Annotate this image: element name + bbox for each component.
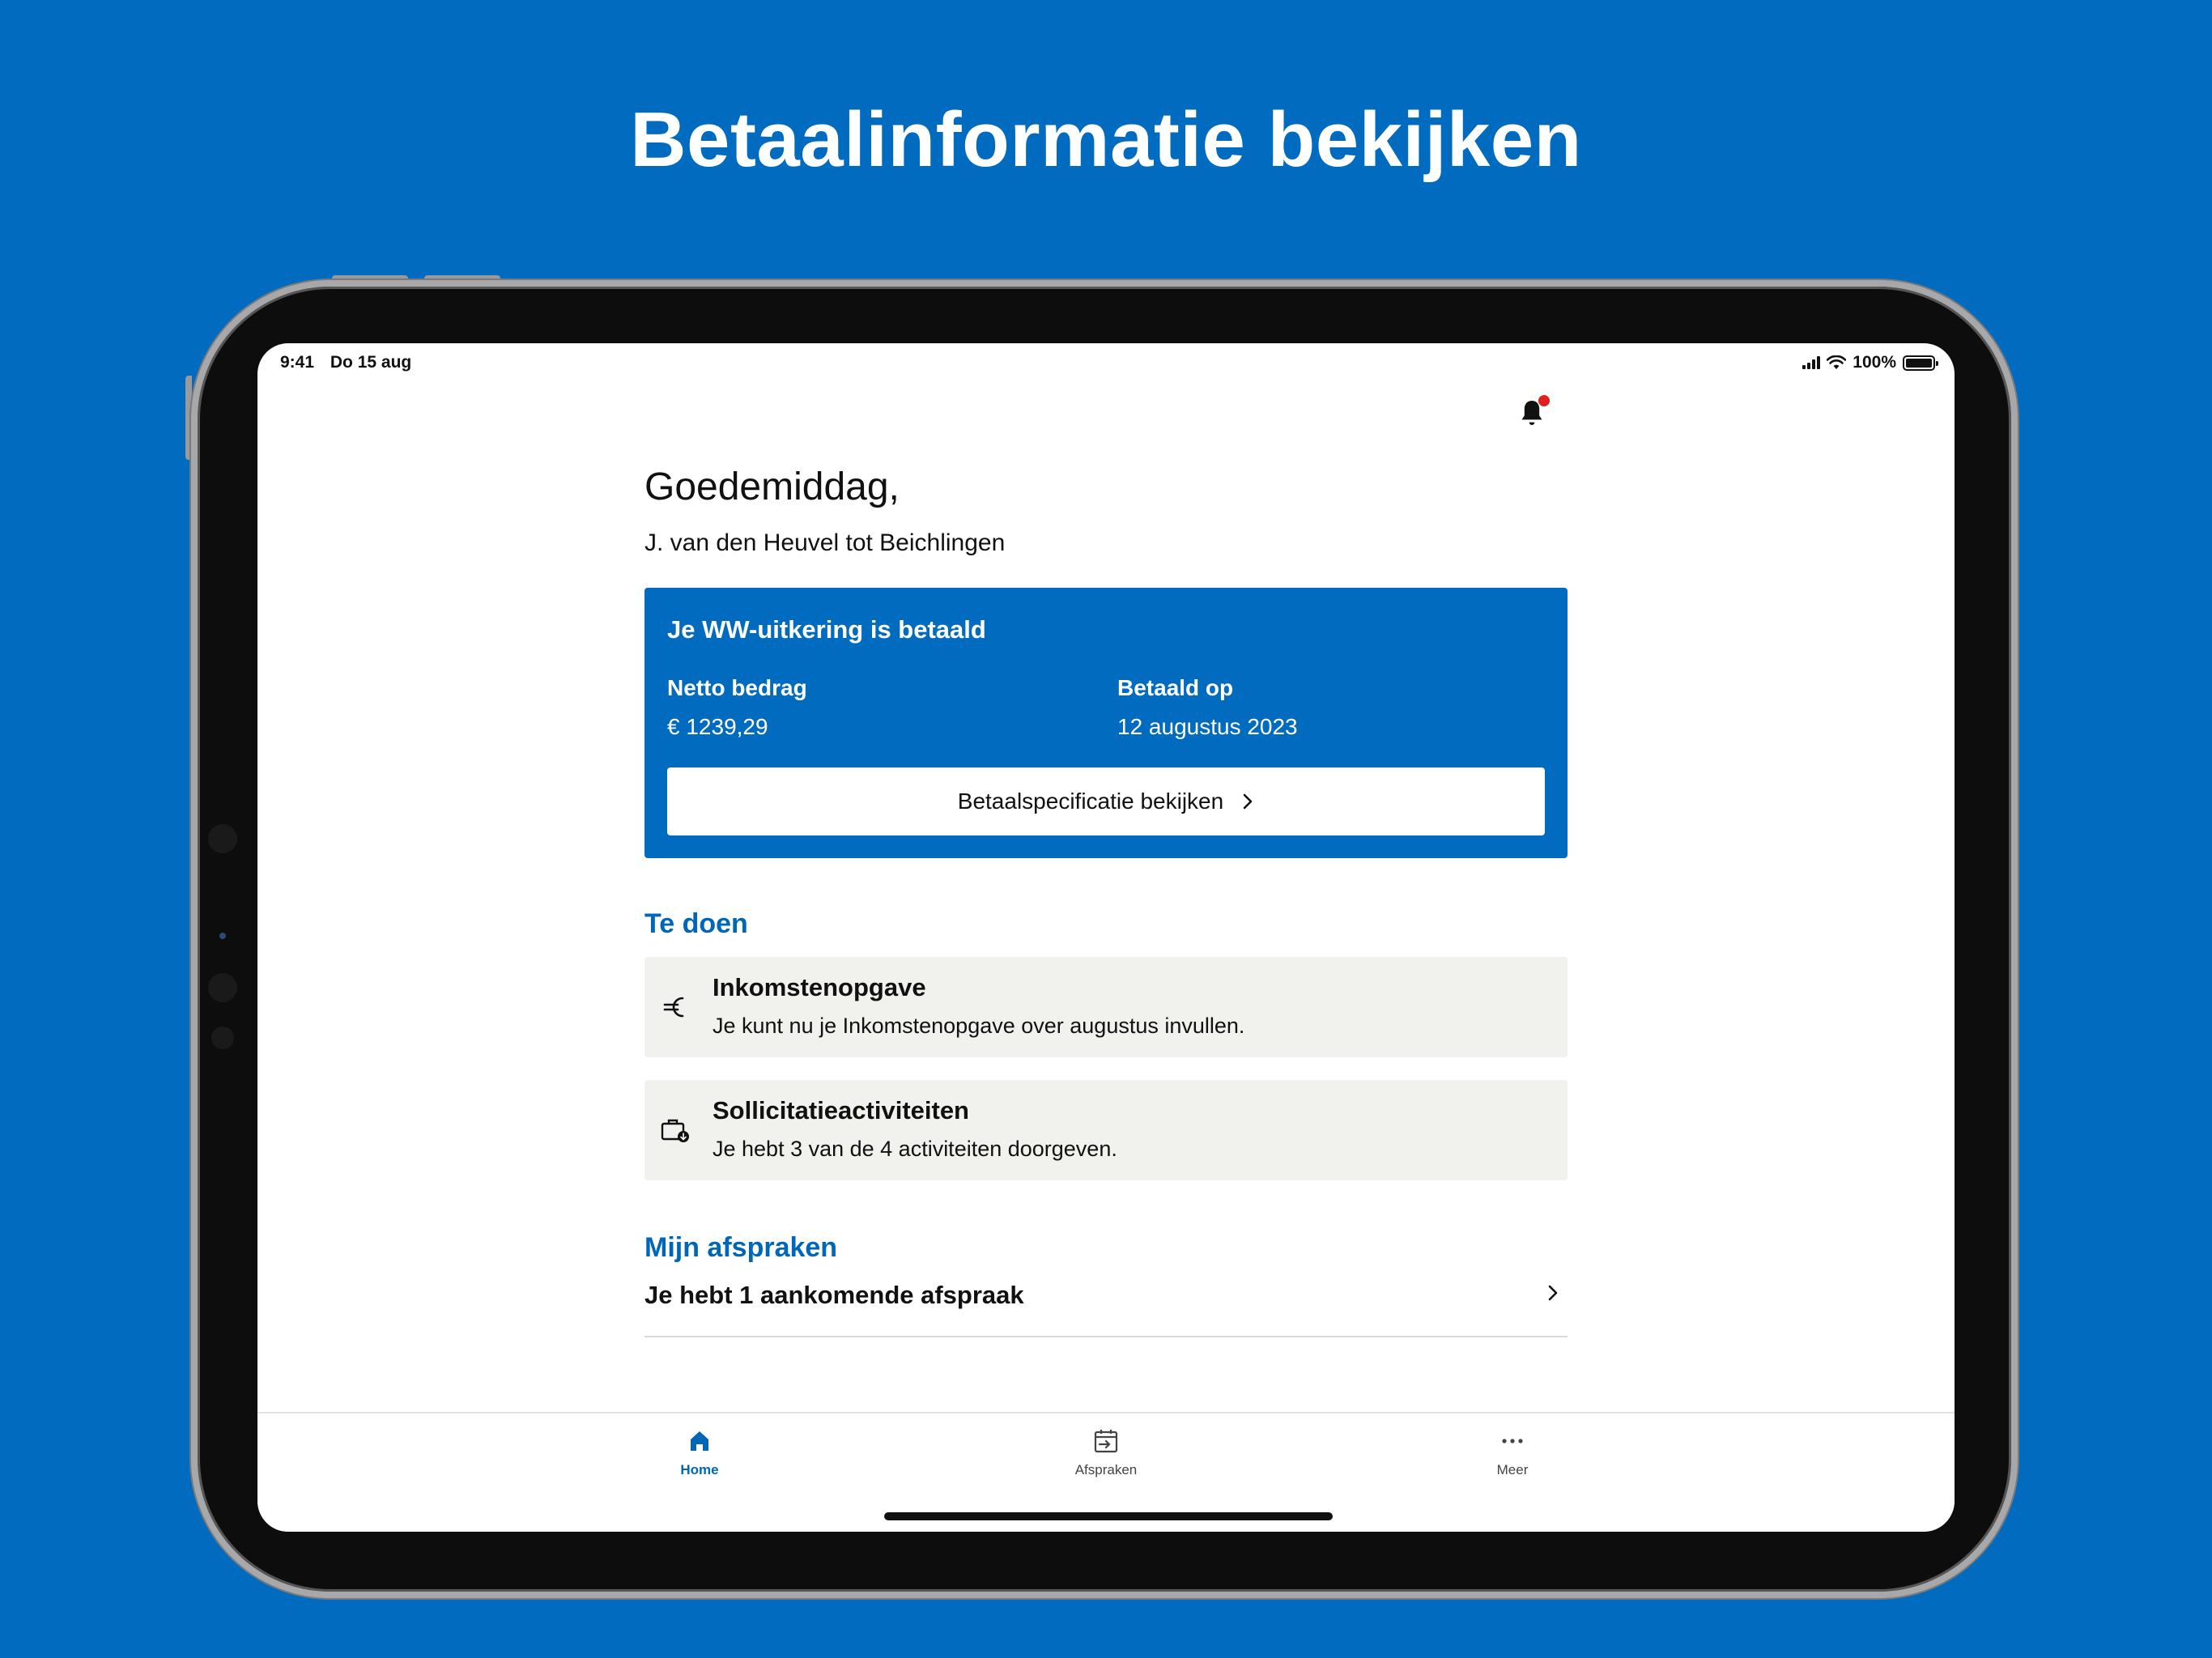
- net-amount-label: Netto bedrag: [667, 675, 807, 700]
- payment-title: Je WW-uitkering is betaald: [667, 615, 986, 644]
- sensor-icon: [208, 973, 237, 1002]
- signal-icon: [1802, 356, 1821, 369]
- status-bar-right: 100%: [1802, 353, 1938, 372]
- battery-icon: [1903, 355, 1938, 371]
- home-indicator[interactable]: [884, 1512, 1333, 1520]
- home-icon: [683, 1425, 716, 1457]
- battery-percentage: 100%: [1853, 353, 1896, 372]
- payment-specification-button[interactable]: Betaalspecificatie bekijken: [667, 767, 1545, 835]
- tab-afspraken[interactable]: Afspraken: [1041, 1425, 1171, 1478]
- page-headline: Betaalinformatie bekijken: [630, 96, 1582, 183]
- net-amount-value: € 1239,29: [667, 714, 768, 739]
- calendar-icon: [1090, 1425, 1122, 1457]
- euro-icon: [659, 991, 691, 1023]
- tab-home[interactable]: Home: [635, 1425, 764, 1478]
- tab-label: Meer: [1496, 1462, 1529, 1477]
- todo-item-subtitle: Je kunt nu je Inkomstenopgave over augus…: [713, 1014, 1245, 1038]
- greeting: Goedemiddag,: [644, 466, 900, 508]
- briefcase-icon: [659, 1114, 691, 1146]
- sensor-icon: [211, 1027, 234, 1049]
- user-name: J. van den Heuvel tot Beichlingen: [644, 529, 1006, 556]
- notification-badge: [1538, 395, 1550, 406]
- payment-specification-label: Betaalspecificatie bekijken: [957, 789, 1224, 814]
- more-icon: [1496, 1425, 1529, 1457]
- todo-heading: Te doen: [644, 908, 748, 939]
- tab-label: Home: [680, 1462, 719, 1477]
- upcoming-appointments-row[interactable]: Je hebt 1 aankomende afspraak: [644, 1266, 1568, 1337]
- appointments-heading: Mijn afspraken: [644, 1232, 838, 1263]
- tab-label: Afspraken: [1074, 1462, 1138, 1477]
- paid-date-value: 12 augustus 2023: [1117, 714, 1298, 739]
- status-bar-left: 9:41 Do 15 aug: [280, 353, 423, 372]
- todo-item-title: Inkomstenopgave: [713, 973, 926, 1001]
- payment-card: Je WW-uitkering is betaald Netto bedrag …: [644, 588, 1568, 858]
- sensor-icon: [208, 824, 237, 853]
- todo-item-inkomstenopgave[interactable]: Inkomstenopgave Je kunt nu je Inkomsteno…: [644, 957, 1568, 1057]
- camera-icon: [219, 933, 226, 939]
- status-date: Do 15 aug: [330, 353, 412, 372]
- chevron-right-icon: [1243, 793, 1253, 810]
- todo-item-sollicitatieactiviteiten[interactable]: Sollicitatieactiviteiten Je hebt 3 van d…: [644, 1080, 1568, 1180]
- todo-item-subtitle: Je hebt 3 van de 4 activiteiten doorgeve…: [713, 1137, 1117, 1161]
- paid-date-label: Betaald op: [1117, 675, 1234, 700]
- chevron-right-icon: [1548, 1285, 1558, 1301]
- appointments-summary: Je hebt 1 aankomende afspraak: [644, 1281, 1024, 1309]
- status-time: 9:41: [280, 353, 315, 372]
- wifi-icon: [1827, 355, 1847, 369]
- todo-item-title: Sollicitatieactiviteiten: [713, 1096, 969, 1124]
- tab-meer[interactable]: Meer: [1448, 1425, 1577, 1478]
- app-screen: 9:41 Do 15 aug 100% Goedemiddag, J. van …: [257, 343, 1955, 1532]
